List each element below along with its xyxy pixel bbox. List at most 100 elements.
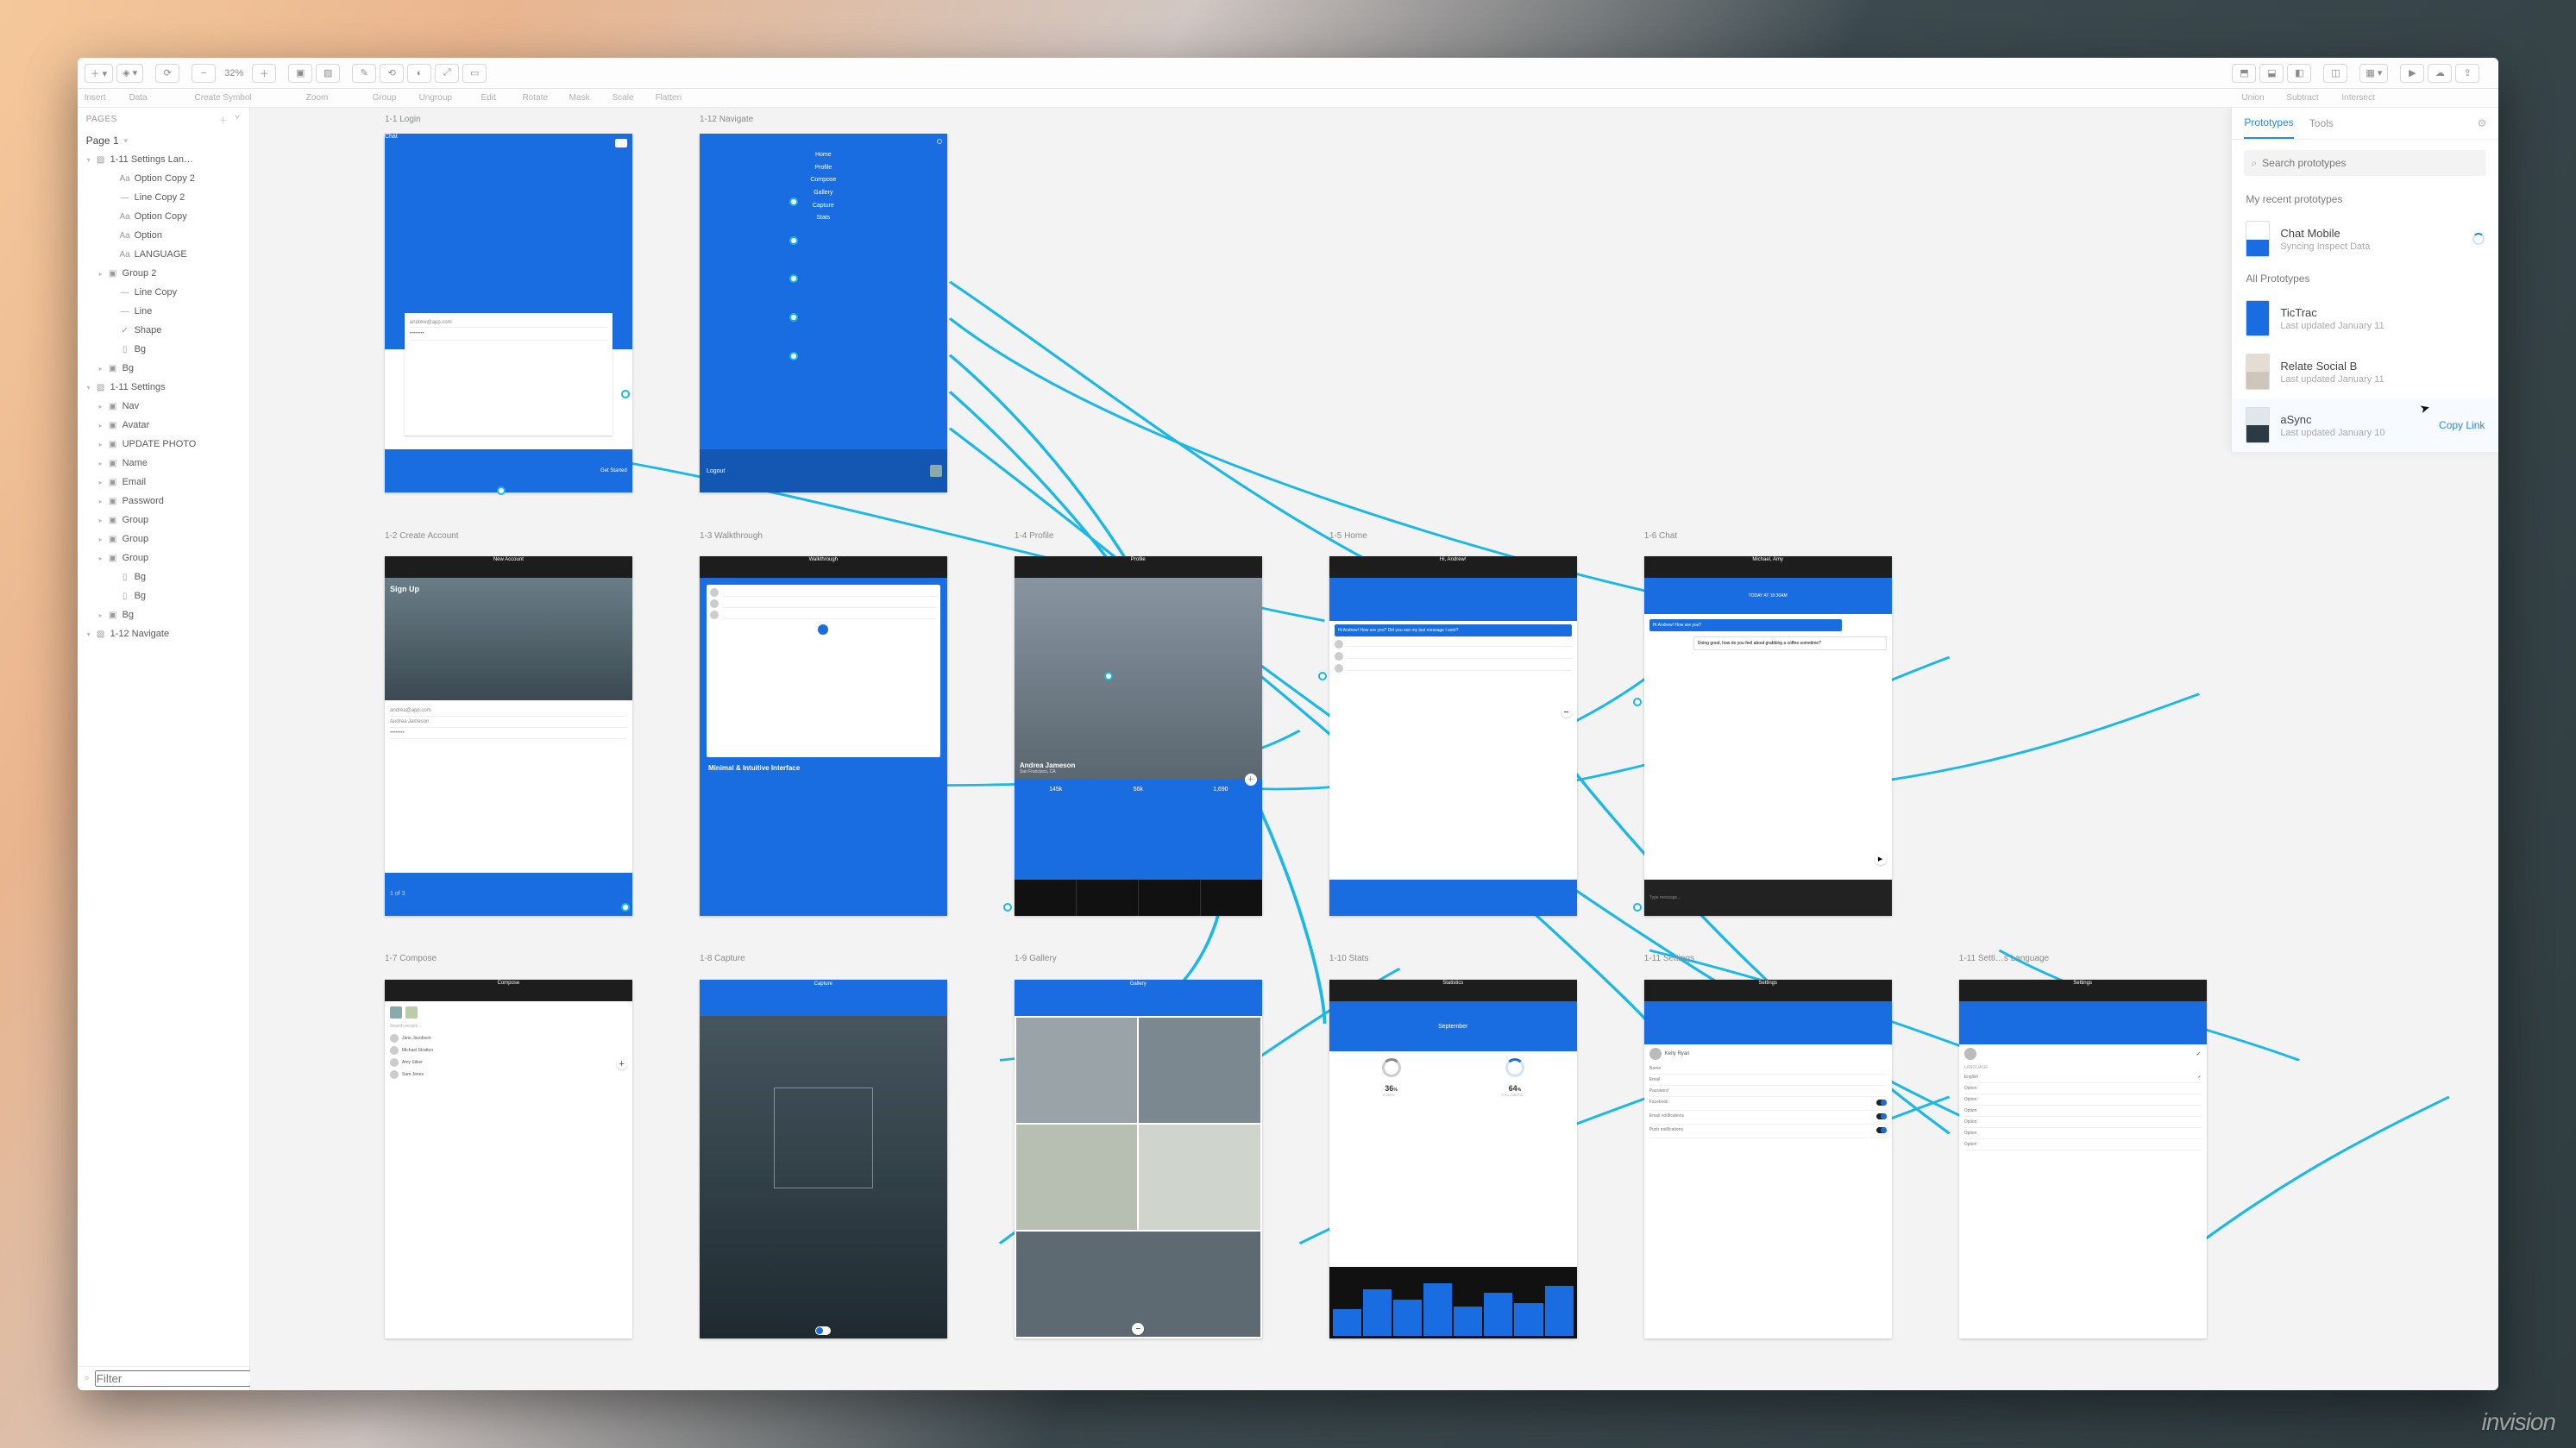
layer-row[interactable]: ▸▣Bg [78, 605, 249, 624]
layer-row[interactable]: ▸▣Group [78, 548, 249, 567]
layer-row[interactable]: —Line Copy 2 [78, 188, 249, 207]
mirror-button[interactable]: ◫ [2323, 64, 2347, 83]
add-page-icon[interactable]: ＋ [219, 113, 229, 126]
artboard-compose[interactable]: Compose Search people... ＋ Jane Jacobson… [385, 980, 632, 1338]
collapse-pages-icon[interactable]: ˅ [235, 113, 240, 126]
artboard-navigate[interactable]: HomeProfileComposeGalleryCaptureStats Lo… [700, 134, 947, 492]
layer-row[interactable]: ▸▣Nav [78, 397, 249, 416]
layer-row[interactable]: ▸▣Bg [78, 359, 249, 378]
layer-row[interactable]: ▸▣Group 2 [78, 264, 249, 283]
hotspot-node[interactable] [621, 903, 630, 912]
layer-row[interactable]: ▸▣Email [78, 473, 249, 492]
canvas[interactable]: 1-1 Login Chat andrew@app.com •••••••• G… [250, 108, 2499, 1390]
artboard-chat[interactable]: Michael, Amy TODAY AT 10:30AM Hi Andrew!… [1644, 556, 1892, 915]
hotspot-node[interactable] [1633, 698, 1642, 706]
search-input[interactable] [2262, 157, 2479, 169]
layer-row[interactable]: ▯Bg [78, 567, 249, 586]
view-button[interactable]: ▦ ▾ [2359, 64, 2388, 83]
tab-prototypes[interactable]: Prototypes [2244, 116, 2293, 139]
gear-icon[interactable]: ⚙ [2478, 117, 2487, 138]
layer-row[interactable]: ▸▣Name [78, 454, 249, 473]
copy-link-button[interactable]: Copy Link [2439, 419, 2485, 431]
edit-button[interactable]: ✎ [352, 64, 376, 83]
preview-button[interactable]: ▶ [2400, 64, 2424, 83]
hotspot-node[interactable] [1318, 672, 1327, 680]
artboard-profile[interactable]: Profile Andrea Jameson San Francisco, CA… [1015, 556, 1262, 915]
artboard-settings[interactable]: Settings Kelly Ryan NameEmailPasswordFac… [1644, 980, 1892, 1338]
artboard-label: 1-2 Create Account [385, 531, 459, 541]
layer-row[interactable]: —Line Copy [78, 283, 249, 302]
artboard-walkthrough[interactable]: Walkthrough Minimal & Intuitive Interfac… [700, 556, 947, 915]
artboard-settings-language[interactable]: Settings ✓ LANGUAGE English✓OptionOption… [1959, 980, 2207, 1338]
mask-button[interactable]: ◐ [407, 64, 431, 83]
group-button[interactable]: ▣ [288, 64, 312, 83]
zoom-out-button[interactable]: − [192, 64, 216, 83]
layer-tree[interactable]: ▾▧1-11 Settings Lan…AaOption Copy 2—Line… [78, 150, 249, 1366]
artboard-label: 1-6 Chat [1644, 531, 1677, 541]
artboard-label: 1-11 Settings [1644, 954, 1694, 963]
intersect-button[interactable]: ◧ [2287, 64, 2311, 83]
tab-tools[interactable]: Tools [2309, 117, 2334, 138]
hotspot-node[interactable] [1003, 903, 1012, 912]
layer-row[interactable]: ▾▧1-12 Navigate [78, 624, 249, 643]
artboard-home[interactable]: Hi, Andrew! Hi Andrew! How are you? Did … [1329, 556, 1577, 915]
layer-row[interactable]: AaLANGUAGE [78, 245, 249, 264]
rotate-button[interactable]: ⟲ [380, 64, 404, 83]
layer-row[interactable]: AaOption [78, 226, 249, 245]
pages-header: PAGES ＋ ˅ [78, 108, 249, 131]
scale-button[interactable]: ⤢ [435, 64, 459, 83]
layer-row[interactable]: AaOption Copy 2 [78, 169, 249, 188]
layer-row[interactable]: ✓Shape [78, 321, 249, 340]
layer-row[interactable]: ▯Bg [78, 340, 249, 359]
subtract-button[interactable]: ⬓ [2259, 64, 2284, 83]
walkthrough-tag: Minimal & Intuitive Interface [700, 764, 947, 773]
create-symbol-label: Create Symbol [185, 93, 262, 103]
zoom-in-button[interactable]: ＋ [252, 64, 276, 83]
layer-row[interactable]: —Line [78, 302, 249, 321]
create-step: 1 of 3 [385, 873, 632, 916]
insert-button[interactable]: ＋ ▾ [85, 64, 114, 83]
prototype-item[interactable]: Relate Social B Last updated January 11 [2232, 345, 2498, 398]
prototype-item[interactable]: TicTrac Last updated January 11 [2232, 291, 2498, 345]
profile-name: Andrea Jameson [1020, 762, 1075, 769]
layer-row[interactable]: ▾▧1-11 Settings Lan… [78, 150, 249, 169]
layer-row[interactable]: ▸▣Password [78, 492, 249, 511]
artboard-stats[interactable]: Statistics September 36% 64% POSTSFOLLOW… [1329, 980, 1577, 1338]
data-button[interactable]: ◈ ▾ [116, 64, 143, 83]
chevron-down-icon: ▾ [124, 136, 129, 146]
layer-row[interactable]: AaOption Copy [78, 207, 249, 226]
layer-row[interactable]: ▸▣Group [78, 530, 249, 548]
hotspot-node[interactable] [789, 352, 798, 360]
prototype-item-recent[interactable]: Chat Mobile Syncing Inspect Data [2232, 212, 2498, 266]
artboard-login[interactable]: Chat andrew@app.com •••••••• Get Started [385, 134, 632, 492]
layer-row[interactable]: ▯Bg [78, 586, 249, 605]
hotspot-node[interactable] [621, 390, 630, 398]
hotspot-node[interactable] [1633, 903, 1642, 912]
artboard-create[interactable]: New Account Sign Up andrea@app.com Andre… [385, 556, 632, 915]
cloud-button[interactable]: ☁ [2428, 64, 2452, 83]
ungroup-button[interactable]: ▨ [316, 64, 340, 83]
layer-row[interactable]: ▸▣Group [78, 511, 249, 530]
mask-label: Mask [569, 93, 600, 103]
nav-logout: Logout [700, 468, 725, 474]
prototype-item[interactable]: aSync Last updated January 10 Copy Link [2232, 398, 2498, 452]
flatten-button[interactable]: ▭ [462, 64, 487, 83]
search-box[interactable]: ⌕ [2244, 150, 2486, 176]
artboard-capture[interactable]: Capture [700, 980, 947, 1338]
hotspot-node[interactable] [497, 486, 506, 495]
invision-watermark: invision [2482, 1408, 2555, 1436]
artboard-gallery[interactable]: Gallery − [1015, 980, 1262, 1338]
all-section-title: All Prototypes [2232, 266, 2498, 291]
create-symbol-button[interactable]: ⟳ [155, 64, 179, 83]
layer-row[interactable]: ▸▣Avatar [78, 416, 249, 435]
page-entry[interactable]: Page 1 ▾ [78, 131, 249, 150]
filter-input[interactable] [95, 1370, 251, 1387]
filter-row: ⌕ [78, 1366, 249, 1390]
prototype-name: Chat Mobile [2280, 227, 2462, 240]
hotspot-node[interactable] [789, 236, 798, 245]
export-button[interactable]: ⇪ [2455, 64, 2479, 83]
union-button[interactable]: ⬒ [2232, 64, 2256, 83]
layer-row[interactable]: ▸▣UPDATE PHOTO [78, 435, 249, 454]
layer-row[interactable]: ▾▧1-11 Settings [78, 378, 249, 397]
left-sidebar: PAGES ＋ ˅ Page 1 ▾ ▾▧1-11 Settings Lan…A… [78, 108, 250, 1390]
